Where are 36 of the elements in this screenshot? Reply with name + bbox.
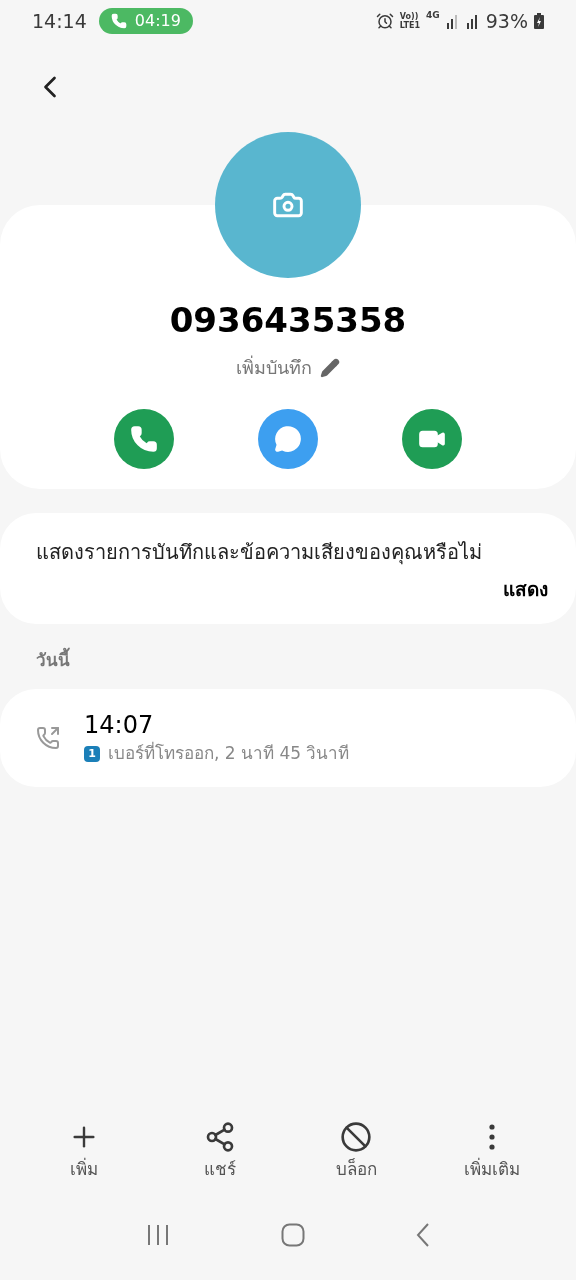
- more-icon: [489, 1123, 495, 1150]
- battery-charging-icon: [534, 13, 544, 29]
- sim-badge: 1: [84, 745, 100, 762]
- video-button[interactable]: [402, 409, 462, 469]
- lte-label: LTE1: [399, 21, 421, 30]
- phone-icon: [130, 425, 158, 453]
- outgoing-call-icon: [36, 725, 60, 750]
- add-toolbar-button[interactable]: เพิ่ม: [29, 1120, 139, 1182]
- network-label: 4G: [426, 8, 440, 22]
- call-detail: เบอร์ที่โทรออก, 2 นาที 45 วินาที: [108, 741, 350, 765]
- chat-bubble-icon: [274, 425, 302, 453]
- home-icon[interactable]: [281, 1223, 305, 1247]
- phone-number: 0936435358: [169, 299, 407, 342]
- block-icon: [340, 1120, 372, 1153]
- share-icon: [204, 1120, 236, 1153]
- signal-icon: [465, 13, 480, 29]
- section-heading: วันนี้: [35, 647, 71, 672]
- phone-icon: [110, 13, 127, 29]
- pencil-icon: [320, 357, 340, 378]
- battery-percent: 93%: [485, 8, 528, 34]
- share-toolbar-button[interactable]: แชร์: [165, 1120, 275, 1182]
- clock-time: 14:14: [32, 8, 87, 34]
- signal-icon: [445, 13, 460, 29]
- prompt-text: แสดงรายการบันทึกและข้อความเสียงของคุณหรือไม่: [36, 539, 483, 567]
- block-toolbar-button[interactable]: บล็อก: [301, 1120, 411, 1182]
- more-toolbar-button[interactable]: เพิ่มเติม: [437, 1120, 547, 1182]
- back-icon[interactable]: [416, 1223, 431, 1247]
- add-memo-link[interactable]: เพิ่มบันทึก: [236, 354, 340, 381]
- show-button[interactable]: แสดง: [503, 575, 548, 604]
- call-time: 14:07: [84, 710, 155, 741]
- alarm-icon: [375, 12, 394, 30]
- volte-label: Vo)): [399, 12, 419, 21]
- call-log-item[interactable]: 14:07 1 เบอร์ที่โทรออก, 2 นาที 45 วินาที: [0, 689, 576, 787]
- call-button[interactable]: [114, 409, 174, 469]
- message-button[interactable]: [258, 409, 318, 469]
- recent-apps-icon[interactable]: [145, 1223, 170, 1247]
